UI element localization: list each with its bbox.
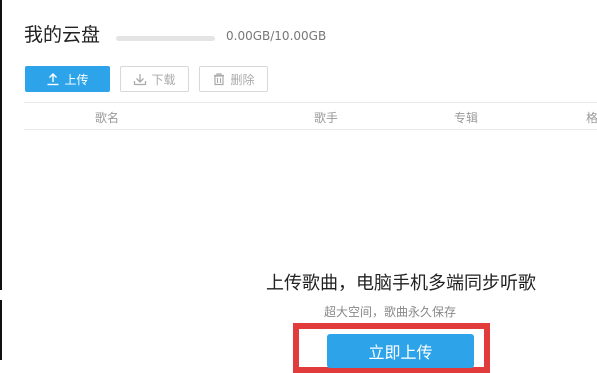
- page-title: 我的云盘: [24, 24, 101, 46]
- window-left-border: [0, 0, 2, 290]
- download-button-label: 下载: [151, 72, 176, 87]
- column-header-artist[interactable]: 歌手: [314, 109, 338, 126]
- download-button[interactable]: 下载: [120, 66, 189, 92]
- column-header-album[interactable]: 专辑: [454, 109, 478, 126]
- delete-button[interactable]: 删除: [199, 66, 268, 92]
- capacity-text: 0.00GB/10.00GB: [226, 29, 327, 43]
- delete-button-label: 删除: [230, 72, 255, 87]
- window-left-border-lower: [0, 300, 2, 360]
- table-header: 歌名 歌手 专辑 格: [24, 102, 597, 130]
- upload-button-label: 上传: [64, 72, 89, 87]
- empty-state-subtitle: 超大空间，歌曲永久保存: [324, 305, 457, 319]
- column-header-song-name[interactable]: 歌名: [95, 109, 119, 126]
- empty-state-title: 上传歌曲，电脑手机多端同步听歌: [266, 273, 536, 294]
- upload-icon: [47, 73, 59, 86]
- download-icon: [134, 74, 147, 86]
- upload-button[interactable]: 上传: [25, 66, 110, 92]
- upload-now-button[interactable]: 立即上传: [327, 334, 474, 368]
- capacity-progress-bar: [116, 36, 215, 41]
- trash-icon: [214, 73, 225, 86]
- column-header-format[interactable]: 格: [586, 109, 597, 126]
